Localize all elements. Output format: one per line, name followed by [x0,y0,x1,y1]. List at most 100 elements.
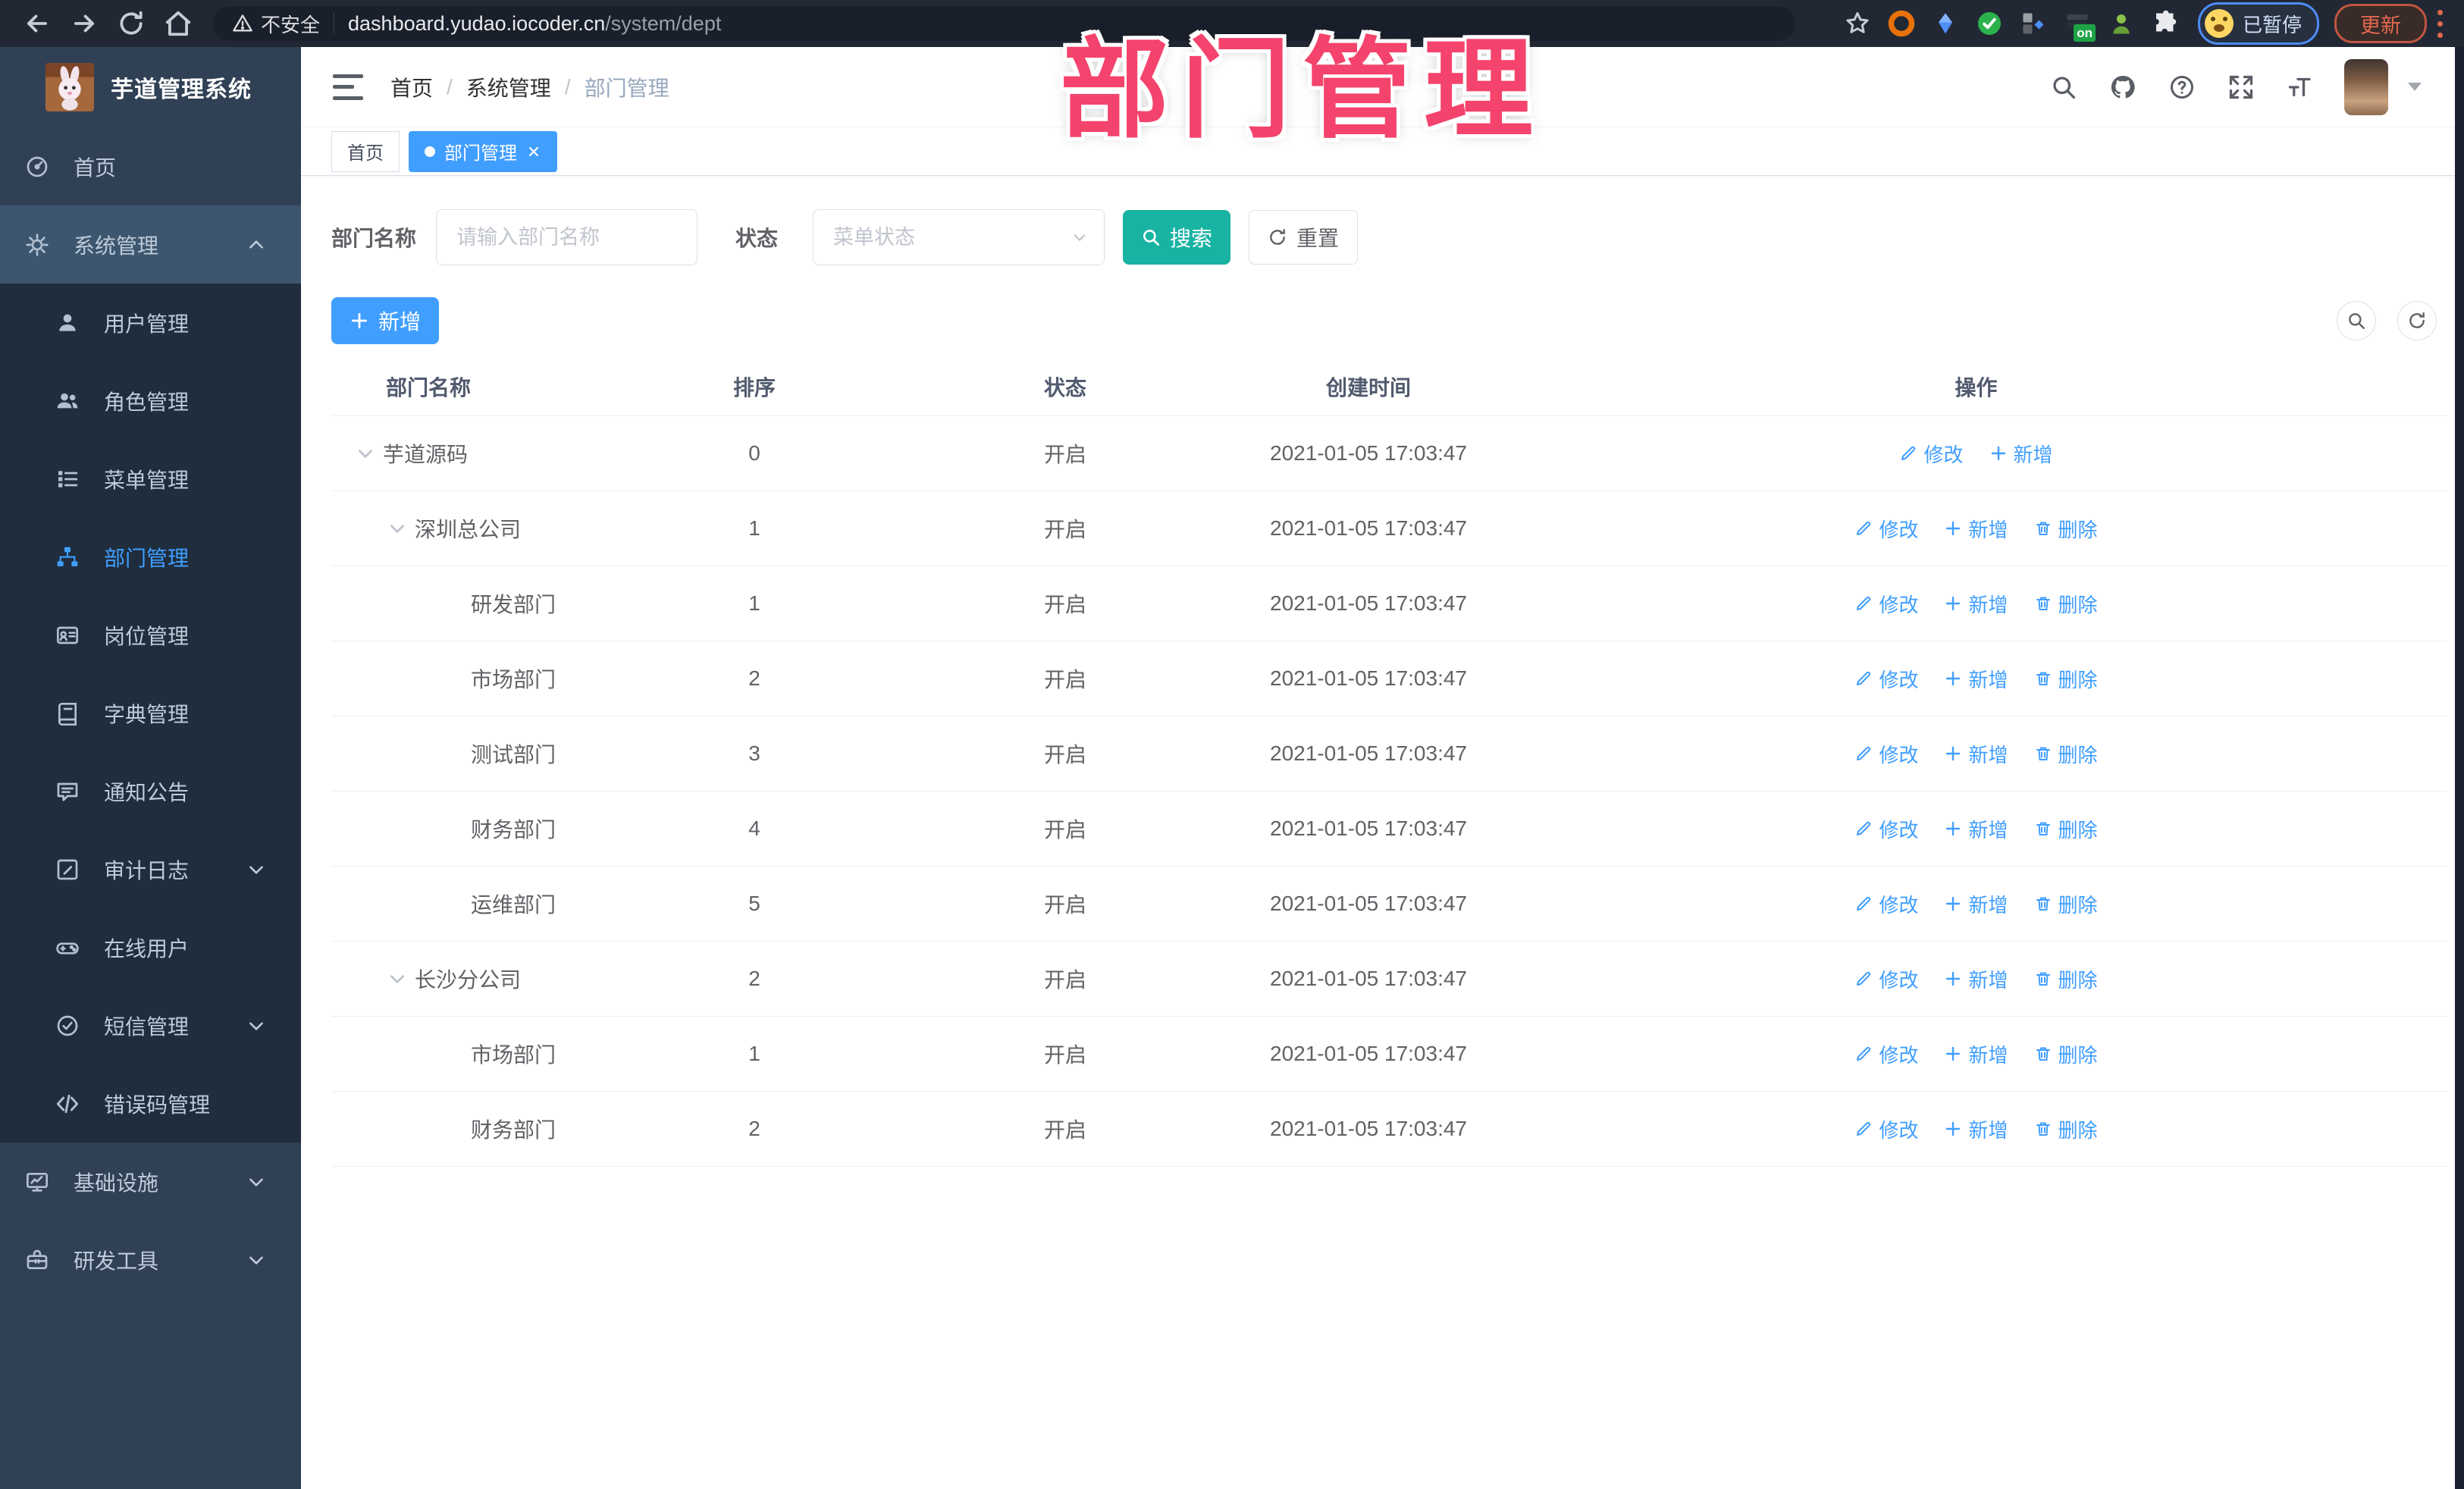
add-button[interactable]: 新增 [331,297,439,344]
font-size-icon[interactable] [2287,74,2314,101]
delete-link[interactable]: 删除 [2034,740,2098,768]
sidebar-item-system[interactable]: 系统管理 [0,205,301,284]
status-select-input[interactable] [813,209,1105,265]
delete-link[interactable]: 删除 [2034,665,2098,693]
edit-link[interactable]: 修改 [1854,515,1918,543]
toggle-search-button[interactable] [2337,301,2376,340]
table-row[interactable]: 财务部门 4 开启 2021-01-05 17:03:47 修改 新增 删除 [331,792,2447,867]
add-link[interactable]: 新增 [1944,1115,2008,1143]
search-button[interactable]: 搜索 [1123,210,1231,265]
status-select[interactable] [813,209,1105,265]
add-link[interactable]: 新增 [1944,965,2008,993]
edit-link[interactable]: 修改 [1854,665,1918,693]
edit-icon [1857,746,1871,760]
extensions-puzzle-icon[interactable] [2152,10,2179,37]
edit-link[interactable]: 修改 [1854,1040,1918,1068]
sidebar-item-error-codes[interactable]: 错误码管理 [0,1064,301,1143]
edit-link[interactable]: 修改 [1854,890,1918,918]
browser-menu-icon[interactable] [2437,9,2443,38]
add-link[interactable]: 新增 [1944,740,2008,768]
table-row[interactable]: 芋道源码 0 开启 2021-01-05 17:03:47 修改 新增 [331,416,2447,491]
tab-dept-management[interactable]: 部门管理 [409,130,557,172]
tree-expand-icon[interactable] [387,969,407,989]
add-link[interactable]: 新增 [1944,590,2008,618]
back-icon[interactable] [23,9,52,38]
browser-update-button[interactable]: 更新 [2334,4,2427,43]
delete-link[interactable]: 删除 [2034,815,2098,843]
fullscreen-icon[interactable] [2227,74,2255,101]
add-link[interactable]: 新增 [1944,515,2008,543]
table-row[interactable]: 市场部门 1 开启 2021-01-05 17:03:47 修改 新增 删除 [331,1017,2447,1092]
add-link[interactable]: 新增 [1944,665,2008,693]
close-icon[interactable] [526,144,541,159]
edit-link[interactable]: 修改 [1899,440,1964,468]
sidebar-item-posts[interactable]: 岗位管理 [0,596,301,674]
refresh-table-button[interactable] [2397,301,2437,340]
table-row[interactable]: 市场部门 2 开启 2021-01-05 17:03:47 修改 新增 删除 [331,641,2447,716]
sidebar-item-sms[interactable]: 短信管理 [0,986,301,1064]
active-dot-icon [425,146,435,157]
sidebar-item-online-users[interactable]: 在线用户 [0,908,301,986]
table-row[interactable]: 测试部门 3 开启 2021-01-05 17:03:47 修改 新增 删除 [331,716,2447,792]
sidebar-item-notice[interactable]: 通知公告 [0,752,301,830]
forward-icon[interactable] [70,9,99,38]
edit-link[interactable]: 修改 [1854,965,1918,993]
sidebar-item-roles[interactable]: 角色管理 [0,362,301,440]
edit-link[interactable]: 修改 [1854,740,1918,768]
table-row[interactable]: 长沙分公司 2 开启 2021-01-05 17:03:47 修改 新增 删除 [331,942,2447,1017]
caret-down-icon[interactable] [2408,83,2422,91]
reset-button[interactable]: 重置 [1249,210,1359,265]
tree-expand-icon[interactable] [387,519,407,538]
url-bar[interactable]: 不安全 dashboard.yudao.iocoder.cn/system/de… [212,6,1795,41]
add-link[interactable]: 新增 [1944,1040,2008,1068]
security-warning[interactable]: 不安全 [232,10,320,38]
tree-expand-icon[interactable] [356,444,375,463]
bookmark-star-icon[interactable] [1844,10,1871,37]
delete-link[interactable]: 删除 [2034,590,2098,618]
extension-green-check-icon[interactable] [1976,10,2003,37]
breadcrumb-home[interactable]: 首页 [390,72,433,102]
plus-icon [1991,446,2005,461]
sidebar-logo-row[interactable]: 芋道管理系统 [0,47,301,127]
delete-link[interactable]: 删除 [2034,1115,2098,1143]
sidebar-item-menus[interactable]: 菜单管理 [0,440,301,518]
table-row[interactable]: 深圳总公司 1 开启 2021-01-05 17:03:47 修改 新增 删除 [331,491,2447,566]
tab-home[interactable]: 首页 [331,130,400,172]
edit-link[interactable]: 修改 [1854,815,1918,843]
sidebar-item-devtools[interactable]: 研发工具 [0,1221,301,1299]
extension-orange-icon[interactable] [1888,10,1915,37]
breadcrumb-system[interactable]: 系统管理 [466,72,551,102]
extension-on-badge-icon[interactable]: on [2064,10,2096,42]
extension-blue-drop-icon[interactable] [1932,10,1959,37]
delete-link[interactable]: 删除 [2034,1040,2098,1068]
sidebar-item-audit-log[interactable]: 审计日志 [0,830,301,908]
chevron-down-icon [1074,234,1086,241]
sidebar-item-users[interactable]: 用户管理 [0,284,301,362]
search-icon[interactable] [2050,74,2077,101]
delete-link[interactable]: 删除 [2034,965,2098,993]
delete-link[interactable]: 删除 [2034,890,2098,918]
help-icon[interactable] [2168,74,2196,101]
add-link[interactable]: 新增 [1944,815,2008,843]
extension-person-icon[interactable] [2108,10,2135,37]
add-link[interactable]: 新增 [1989,440,2053,468]
dept-name-input[interactable] [436,209,698,265]
sidebar-item-infrastructure[interactable]: 基础设施 [0,1143,301,1221]
browser-profile[interactable]: 已暂停 [2197,2,2319,45]
delete-link[interactable]: 删除 [2034,515,2098,543]
sidebar-item-dict[interactable]: 字典管理 [0,674,301,752]
hamburger-icon[interactable] [333,74,363,100]
table-row[interactable]: 研发部门 1 开启 2021-01-05 17:03:47 修改 新增 删除 [331,566,2447,641]
sidebar-item-depts[interactable]: 部门管理 [0,518,301,596]
github-icon[interactable] [2109,74,2136,101]
home-icon[interactable] [164,9,193,38]
user-avatar[interactable] [2344,58,2388,115]
add-link[interactable]: 新增 [1944,890,2008,918]
sidebar-item-home[interactable]: 首页 [0,127,301,205]
table-row[interactable]: 财务部门 2 开启 2021-01-05 17:03:47 修改 新增 删除 [331,1092,2447,1167]
edit-link[interactable]: 修改 [1854,1115,1918,1143]
edit-link[interactable]: 修改 [1854,590,1918,618]
reload-icon[interactable] [117,9,146,38]
table-row[interactable]: 运维部门 5 开启 2021-01-05 17:03:47 修改 新增 删除 [331,867,2447,942]
extension-squares-icon[interactable] [2020,10,2047,37]
